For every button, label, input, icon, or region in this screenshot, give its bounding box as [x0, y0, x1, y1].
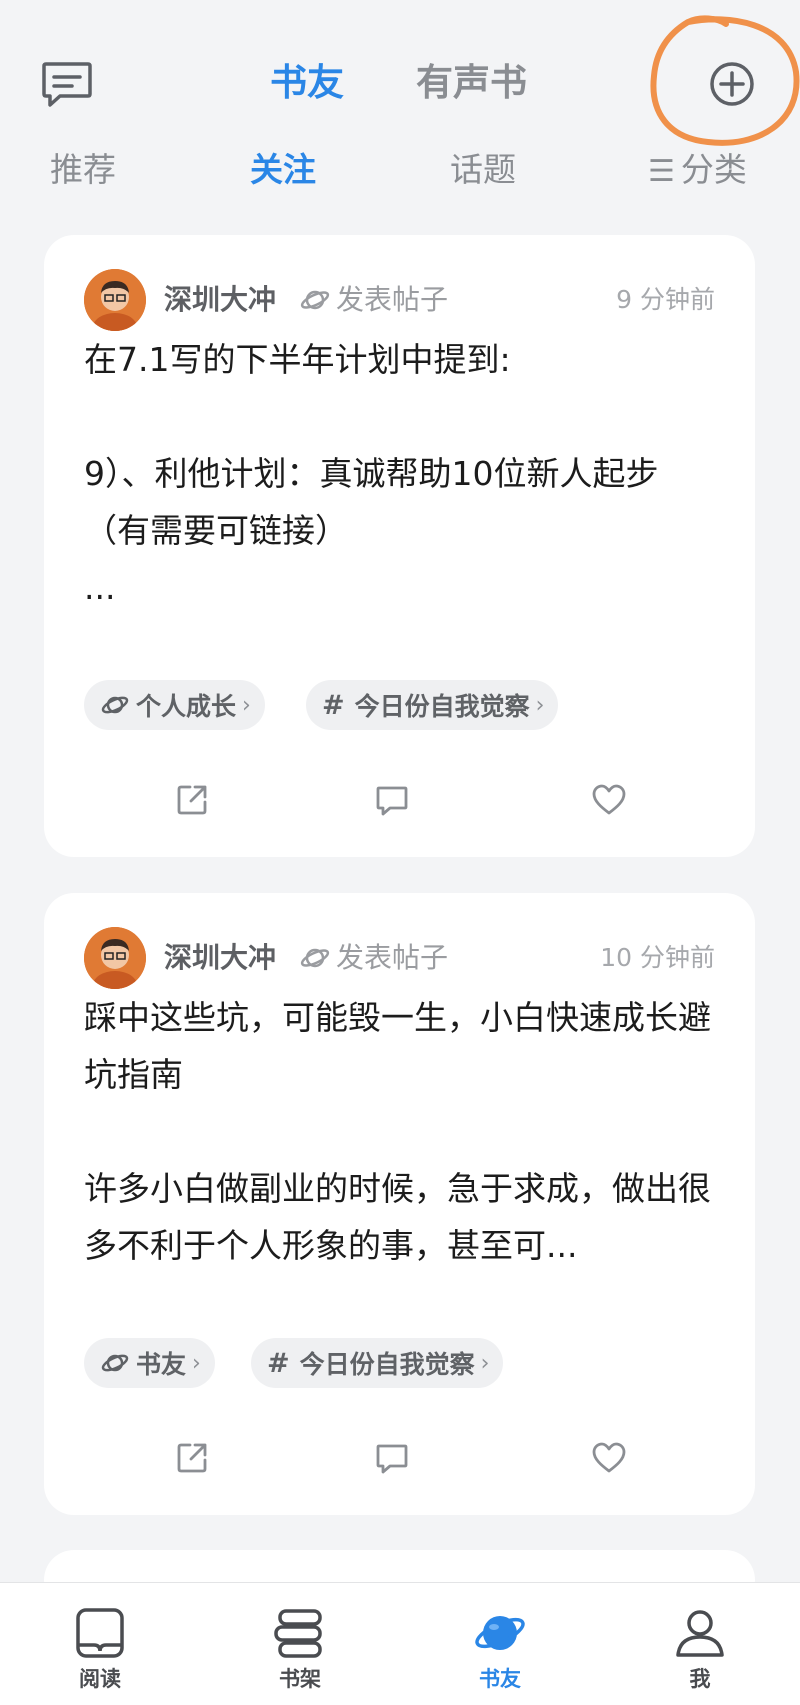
topic-chip[interactable]: # 今日份自我觉察 › [306, 680, 559, 730]
bottom-nav: 阅读 书架 书友 我 [0, 1582, 800, 1705]
add-circle-icon[interactable] [709, 61, 755, 107]
post-action: 发表帖子 [300, 280, 448, 320]
comment-icon[interactable] [374, 1440, 410, 1476]
author-name[interactable]: 深圳大冲 [164, 280, 276, 320]
planet-icon [300, 290, 330, 310]
tab-audiobooks[interactable]: 有声书 [416, 58, 527, 108]
tag-chip[interactable]: 个人成长 › [84, 680, 265, 730]
topic-chip[interactable]: # 今日份自我觉察 › [251, 1338, 504, 1388]
post-body[interactable]: 踩中这些坑，可能毁一生，小白快速成长避坑指南 许多小白做副业的时候，急于求成，做… [84, 989, 724, 1274]
tab-categories-label: 分类 [680, 150, 747, 189]
nav-bookshelf[interactable]: 书架 [240, 1583, 360, 1705]
comment-icon[interactable] [374, 782, 410, 818]
nav-me[interactable]: 我 [640, 1583, 760, 1705]
topic-label: 今日份自我觉察 [354, 692, 530, 721]
like-icon[interactable] [591, 1440, 627, 1476]
profile-icon [676, 1610, 724, 1657]
post-card[interactable]: 深圳大冲 发表帖子 9 分钟前 在7.1写的下半年计划中提到: 9）、利他计划：… [44, 235, 755, 857]
nav-read-label: 阅读 [79, 1667, 121, 1691]
topic-label: 今日份自我觉察 [299, 1350, 475, 1379]
tab-recommend[interactable]: 推荐 [50, 142, 116, 198]
nav-me-label: 我 [689, 1667, 711, 1691]
bookshelf-icon [274, 1609, 322, 1658]
tab-categories[interactable]: ☰ 分类 [648, 142, 747, 200]
post-time: 10 分钟前 [600, 943, 715, 972]
nav-book-friends-label: 书友 [479, 1667, 521, 1691]
chevron-right-icon: › [480, 1350, 490, 1376]
chevron-right-icon: › [192, 1350, 201, 1376]
post-action-label: 发表帖子 [336, 283, 449, 316]
planet-icon [300, 948, 330, 968]
planet-icon [101, 696, 129, 714]
avatar[interactable] [84, 269, 146, 331]
tag-label: 书友 [136, 1350, 187, 1379]
nav-bookshelf-label: 书架 [279, 1667, 321, 1691]
tab-following[interactable]: 关注 [250, 142, 316, 198]
tag-chip[interactable]: 书友 › [84, 1338, 215, 1388]
tab-book-friends[interactable]: 书友 [270, 58, 344, 108]
top-tabs: 书友 有声书 [270, 58, 527, 108]
post-card[interactable]: 深圳大冲 发表帖子 10 分钟前 踩中这些坑，可能毁一生，小白快速成长避坑指南 … [44, 893, 755, 1515]
hash-icon: # [267, 1347, 290, 1379]
post-action-label: 发表帖子 [336, 941, 449, 974]
sub-tabs: 推荐 关注 话题 ☰ 分类 [0, 142, 800, 198]
menu-lines-icon: ☰ [648, 154, 675, 189]
avatar[interactable] [84, 927, 146, 989]
planet-icon [101, 1354, 129, 1372]
book-icon [76, 1608, 124, 1658]
nav-read[interactable]: 阅读 [40, 1583, 160, 1705]
hash-icon: # [322, 689, 345, 721]
author-name[interactable]: 深圳大冲 [164, 938, 276, 978]
share-icon[interactable] [174, 1440, 210, 1476]
post-time: 9 分钟前 [616, 285, 715, 314]
planet-icon [475, 1616, 525, 1650]
share-icon[interactable] [174, 782, 210, 818]
message-icon[interactable] [40, 60, 94, 110]
tag-label: 个人成长 [136, 692, 237, 721]
post-body[interactable]: 在7.1写的下半年计划中提到: 9）、利他计划：真诚帮助10位新人起步（有需要可… [84, 331, 724, 616]
post-action: 发表帖子 [300, 938, 448, 978]
chevron-right-icon: › [242, 692, 251, 718]
nav-book-friends[interactable]: 书友 [440, 1583, 560, 1705]
like-icon[interactable] [591, 782, 627, 818]
chevron-right-icon: › [535, 692, 545, 718]
tab-topics[interactable]: 话题 [450, 142, 516, 198]
